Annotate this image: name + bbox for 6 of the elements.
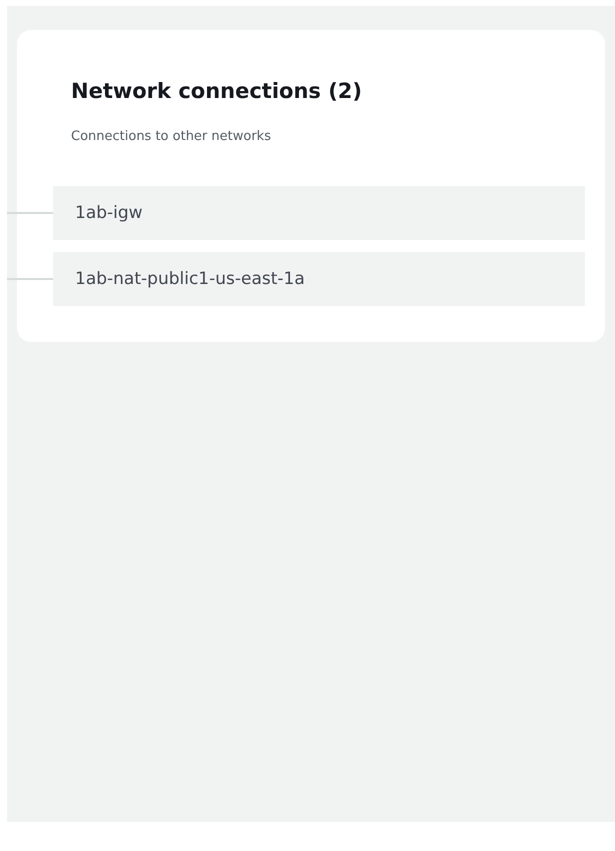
panel-description: Connections to other networks: [71, 128, 272, 146]
connector-line: [7, 212, 53, 214]
connection-item[interactable]: 1ab-nat-public1-us-east-1a: [53, 252, 585, 306]
connector-line: [7, 278, 53, 280]
panel-title: Network connections (2): [71, 78, 364, 105]
connection-item[interactable]: 1ab-igw: [53, 186, 585, 240]
